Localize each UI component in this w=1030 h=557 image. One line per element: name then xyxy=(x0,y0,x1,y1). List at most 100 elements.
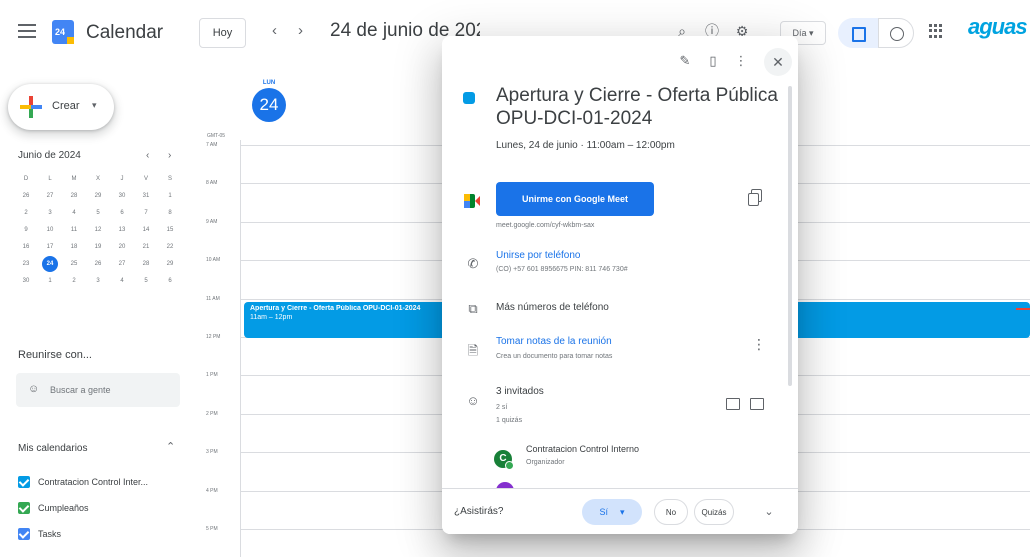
rsvp-maybe-button[interactable]: Quizás xyxy=(694,499,734,525)
mini-day[interactable]: 28 xyxy=(62,187,86,204)
mini-day[interactable]: 11 xyxy=(62,221,86,238)
mini-day[interactable]: 16 xyxy=(14,238,38,255)
rsvp-yes-button[interactable]: Sí ▾ xyxy=(582,499,642,525)
chevron-right-icon[interactable]: › xyxy=(298,22,303,39)
hour-label: 3 PM xyxy=(206,449,218,455)
join-meet-button[interactable]: Unirme con Google Meet xyxy=(496,182,654,216)
mini-day[interactable]: 6 xyxy=(158,272,182,289)
mini-day[interactable]: 31 xyxy=(134,187,158,204)
mini-day[interactable]: 30 xyxy=(110,187,134,204)
mini-day-today: 24 xyxy=(42,255,58,272)
mini-day[interactable]: 1 xyxy=(38,272,62,289)
mini-day[interactable]: 28 xyxy=(134,255,158,272)
popup-scrollbar[interactable] xyxy=(788,86,792,386)
mini-day[interactable]: 20 xyxy=(110,238,134,255)
mini-day[interactable]: 2 xyxy=(14,204,38,221)
calendar-item[interactable]: Contratacion Control Inter... xyxy=(18,474,148,490)
delete-icon[interactable]: ▯ xyxy=(704,52,722,70)
mini-day[interactable]: 5 xyxy=(86,204,110,221)
people-icon: ☺ xyxy=(28,383,40,395)
mini-day[interactable]: 9 xyxy=(14,221,38,238)
create-button[interactable]: Crear ▾ xyxy=(8,84,114,130)
today-button[interactable]: Hoy xyxy=(199,18,246,48)
mini-day[interactable]: 10 xyxy=(38,221,62,238)
apps-grid-icon[interactable] xyxy=(929,24,943,38)
mini-day[interactable]: 25 xyxy=(62,255,86,272)
people-search-input[interactable]: ☺ Buscar a gente xyxy=(16,373,180,407)
hour-label: 5 PM xyxy=(206,526,218,532)
mini-day[interactable]: 15 xyxy=(158,221,182,238)
mini-day[interactable]: 29 xyxy=(158,255,182,272)
rsvp-no-button[interactable]: No xyxy=(654,499,688,525)
checkbox-icon[interactable] xyxy=(18,502,30,514)
mini-prev-icon[interactable]: ‹ xyxy=(146,150,149,161)
mini-day[interactable]: 23 xyxy=(14,255,38,272)
calendar-view-toggle[interactable] xyxy=(838,18,878,48)
mini-weekday: J xyxy=(120,175,124,182)
main-menu-icon[interactable] xyxy=(18,24,36,38)
chevron-left-icon[interactable]: ‹ xyxy=(272,22,277,39)
join-by-phone-link[interactable]: Unirse por teléfono xyxy=(496,250,581,261)
notes-more-icon[interactable]: ⋮ xyxy=(752,336,766,354)
mini-day[interactable]: 26 xyxy=(86,255,110,272)
mini-day[interactable]: 26 xyxy=(14,187,38,204)
meet-link[interactable]: meet.google.com/cyf-wkbm-sax xyxy=(496,222,594,229)
mini-day[interactable]: 24 xyxy=(38,255,62,272)
guests-title: 3 invitados xyxy=(496,386,544,397)
close-icon[interactable]: ✕ xyxy=(764,48,792,76)
mini-weekday: M xyxy=(71,175,77,182)
take-notes-link[interactable]: Tomar notas de la reunión xyxy=(496,336,612,347)
event-details-popup: ✎ ▯ ⋮ ✕ Apertura y Cierre - Oferta Públi… xyxy=(442,36,798,534)
mini-day[interactable]: 4 xyxy=(62,204,86,221)
plus-icon xyxy=(20,96,42,118)
more-phone-numbers[interactable]: Más números de teléfono xyxy=(496,302,609,313)
mini-day[interactable]: 1 xyxy=(158,187,182,204)
chat-icon[interactable] xyxy=(726,398,740,410)
mini-day[interactable]: 27 xyxy=(38,187,62,204)
mini-day[interactable]: 21 xyxy=(134,238,158,255)
mini-weekday: X xyxy=(95,175,100,182)
caret-down-icon: ▾ xyxy=(619,506,625,517)
email-icon[interactable] xyxy=(750,398,764,410)
edit-icon[interactable]: ✎ xyxy=(676,52,694,70)
accepted-check-icon xyxy=(505,461,514,470)
phone-detail: (CO) +57 601 8956675 PIN: 811 746 730# xyxy=(496,266,628,273)
mini-weekday: L xyxy=(48,175,52,182)
tasks-view-toggle[interactable] xyxy=(878,18,914,48)
mini-day[interactable]: 14 xyxy=(134,221,158,238)
mini-day[interactable]: 7 xyxy=(134,204,158,221)
guests-yes: 2 sí xyxy=(496,404,508,411)
checkbox-icon[interactable] xyxy=(18,528,30,540)
mini-day[interactable]: 5 xyxy=(134,272,158,289)
mini-day[interactable]: 30 xyxy=(14,272,38,289)
mini-day[interactable]: 27 xyxy=(110,255,134,272)
calendar-item[interactable]: Cumpleaños xyxy=(18,500,89,516)
mini-day[interactable]: 6 xyxy=(110,204,134,221)
checkbox-icon[interactable] xyxy=(18,476,30,488)
calendar-item[interactable]: Tasks xyxy=(18,526,61,542)
mini-day[interactable]: 17 xyxy=(38,238,62,255)
hour-label: 8 AM xyxy=(206,180,218,186)
mini-day[interactable]: 18 xyxy=(62,238,86,255)
mini-day[interactable]: 13 xyxy=(110,221,134,238)
hour-label: 4 PM xyxy=(206,488,218,494)
mini-day[interactable]: 22 xyxy=(158,238,182,255)
copy-icon[interactable] xyxy=(748,189,762,206)
mini-day[interactable]: 12 xyxy=(86,221,110,238)
mini-day[interactable]: 3 xyxy=(86,272,110,289)
more-options-icon[interactable]: ⋮ xyxy=(732,52,750,70)
day-of-month[interactable]: 24 xyxy=(252,88,286,122)
hour-label: 1 PM xyxy=(206,372,218,378)
hour-label: 9 AM xyxy=(206,219,218,225)
mini-day[interactable]: 19 xyxy=(86,238,110,255)
mini-day[interactable]: 3 xyxy=(38,204,62,221)
mini-day[interactable]: 29 xyxy=(86,187,110,204)
mini-day[interactable]: 2 xyxy=(62,272,86,289)
mini-next-icon[interactable]: › xyxy=(168,150,171,161)
rsvp-more-icon[interactable]: ⌄ xyxy=(760,503,778,521)
mini-day[interactable]: 8 xyxy=(158,204,182,221)
my-calendars-title: Mis calendarios xyxy=(18,443,88,454)
chevron-up-icon[interactable]: ⌃ xyxy=(166,440,175,453)
mini-day[interactable]: 4 xyxy=(110,272,134,289)
guests-maybe: 1 quizás xyxy=(496,417,523,424)
